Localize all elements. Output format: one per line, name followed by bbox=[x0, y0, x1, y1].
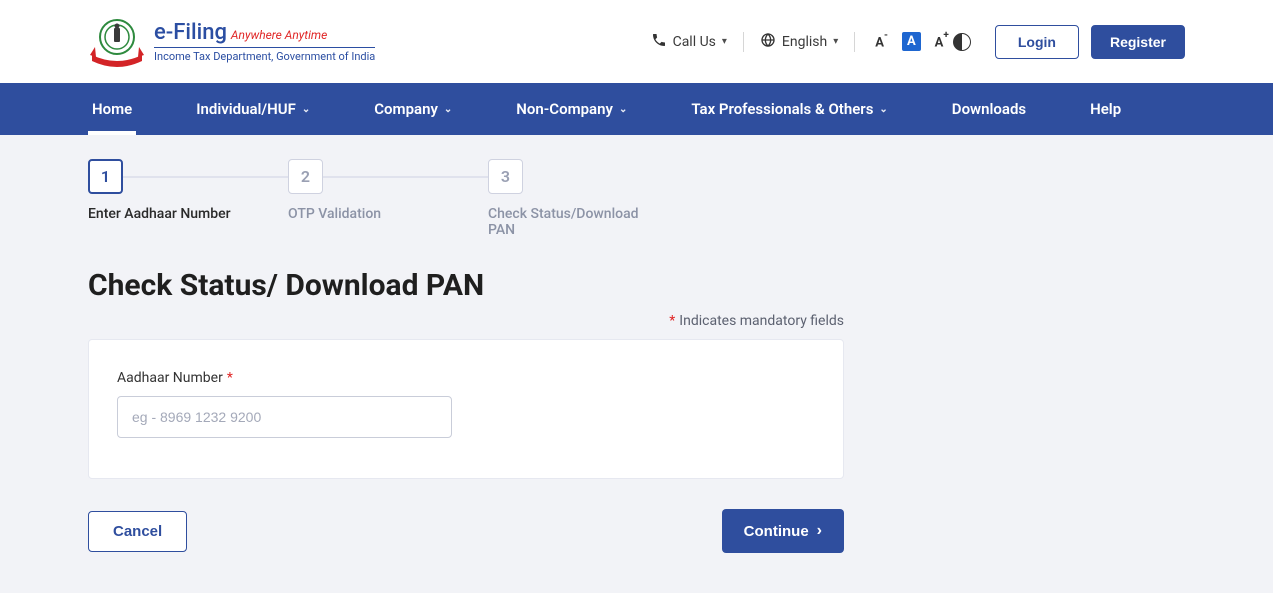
nav-taxpros-label: Tax Professionals & Others bbox=[691, 100, 873, 118]
top-header: e-Filing Anywhere Anytime Income Tax Dep… bbox=[0, 0, 1273, 83]
brand-text: e-Filing Anywhere Anytime Income Tax Dep… bbox=[154, 20, 375, 63]
call-us-menu[interactable]: Call Us ▾ bbox=[651, 32, 727, 52]
nav-home[interactable]: Home bbox=[88, 83, 136, 135]
font-decrease-button[interactable]: A- bbox=[871, 31, 892, 52]
nav-downloads[interactable]: Downloads bbox=[948, 83, 1030, 135]
asterisk-icon: * bbox=[669, 313, 675, 329]
step-3-label: Check Status/Download PAN bbox=[488, 206, 658, 238]
step-1-number: 1 bbox=[88, 159, 123, 194]
main-content: 1 Enter Aadhaar Number 2 OTP Validation … bbox=[0, 135, 1273, 593]
step-2-number: 2 bbox=[288, 159, 323, 194]
phone-icon bbox=[651, 32, 667, 52]
nav-home-label: Home bbox=[92, 100, 132, 118]
font-size-controls: A- A A+ bbox=[871, 31, 953, 52]
form-card: Aadhaar Number* bbox=[88, 339, 844, 479]
aadhaar-input[interactable] bbox=[117, 396, 452, 438]
main-nav: Home Individual/HUF ⌄ Company ⌄ Non-Comp… bbox=[0, 83, 1273, 135]
nav-company[interactable]: Company ⌄ bbox=[370, 83, 456, 135]
nav-help[interactable]: Help bbox=[1086, 83, 1125, 135]
divider bbox=[743, 32, 744, 52]
font-increase-button[interactable]: A+ bbox=[931, 31, 953, 52]
brand-logo[interactable]: e-Filing Anywhere Anytime Income Tax Dep… bbox=[88, 15, 375, 69]
chevron-down-icon: ⌄ bbox=[444, 104, 452, 115]
step-connector bbox=[123, 176, 288, 178]
brand-title: e-Filing bbox=[154, 20, 227, 45]
nav-tax-professionals[interactable]: Tax Professionals & Others ⌄ bbox=[687, 83, 891, 135]
contrast-toggle[interactable] bbox=[953, 33, 971, 51]
font-default-button[interactable]: A bbox=[902, 32, 921, 51]
register-button[interactable]: Register bbox=[1091, 25, 1185, 59]
step-1-label: Enter Aadhaar Number bbox=[88, 206, 288, 222]
cancel-button[interactable]: Cancel bbox=[88, 511, 187, 552]
chevron-down-icon: ⌄ bbox=[302, 104, 310, 115]
nav-noncompany-label: Non-Company bbox=[516, 100, 613, 118]
stepper: 1 Enter Aadhaar Number 2 OTP Validation … bbox=[88, 159, 844, 238]
chevron-right-icon: › bbox=[817, 522, 822, 540]
divider bbox=[854, 32, 855, 52]
nav-help-label: Help bbox=[1090, 100, 1121, 118]
aadhaar-label: Aadhaar Number* bbox=[117, 370, 815, 386]
chevron-down-icon: ⌄ bbox=[879, 104, 887, 115]
form-actions: Cancel Continue › bbox=[88, 509, 844, 553]
step-3: 3 Check Status/Download PAN bbox=[488, 159, 688, 238]
asterisk-icon: * bbox=[227, 370, 233, 386]
mandatory-note: *Indicates mandatory fields bbox=[88, 313, 844, 329]
nav-non-company[interactable]: Non-Company ⌄ bbox=[512, 83, 631, 135]
page-title: Check Status/ Download PAN bbox=[88, 268, 844, 303]
continue-label: Continue bbox=[744, 523, 809, 540]
globe-icon bbox=[760, 32, 776, 52]
emblem-icon bbox=[88, 15, 146, 69]
header-actions: Call Us ▾ English ▾ A- A A+ Login Regist… bbox=[651, 25, 1185, 59]
chevron-down-icon: ⌄ bbox=[619, 104, 627, 115]
language-label: English bbox=[782, 34, 827, 50]
chevron-down-icon: ▾ bbox=[833, 36, 838, 47]
login-button[interactable]: Login bbox=[995, 25, 1079, 59]
brand-subtitle: Income Tax Department, Government of Ind… bbox=[154, 50, 375, 63]
call-us-label: Call Us bbox=[673, 34, 716, 50]
chevron-down-icon: ▾ bbox=[722, 36, 727, 47]
step-connector bbox=[323, 176, 488, 178]
step-2: 2 OTP Validation bbox=[288, 159, 488, 222]
step-3-number: 3 bbox=[488, 159, 523, 194]
nav-downloads-label: Downloads bbox=[952, 100, 1026, 118]
step-2-label: OTP Validation bbox=[288, 206, 488, 222]
language-menu[interactable]: English ▾ bbox=[760, 32, 838, 52]
nav-individual-label: Individual/HUF bbox=[196, 100, 296, 118]
continue-button[interactable]: Continue › bbox=[722, 509, 844, 553]
nav-individual-huf[interactable]: Individual/HUF ⌄ bbox=[192, 83, 314, 135]
step-1: 1 Enter Aadhaar Number bbox=[88, 159, 288, 222]
nav-company-label: Company bbox=[374, 100, 438, 118]
brand-tagline: Anywhere Anytime bbox=[231, 28, 327, 42]
